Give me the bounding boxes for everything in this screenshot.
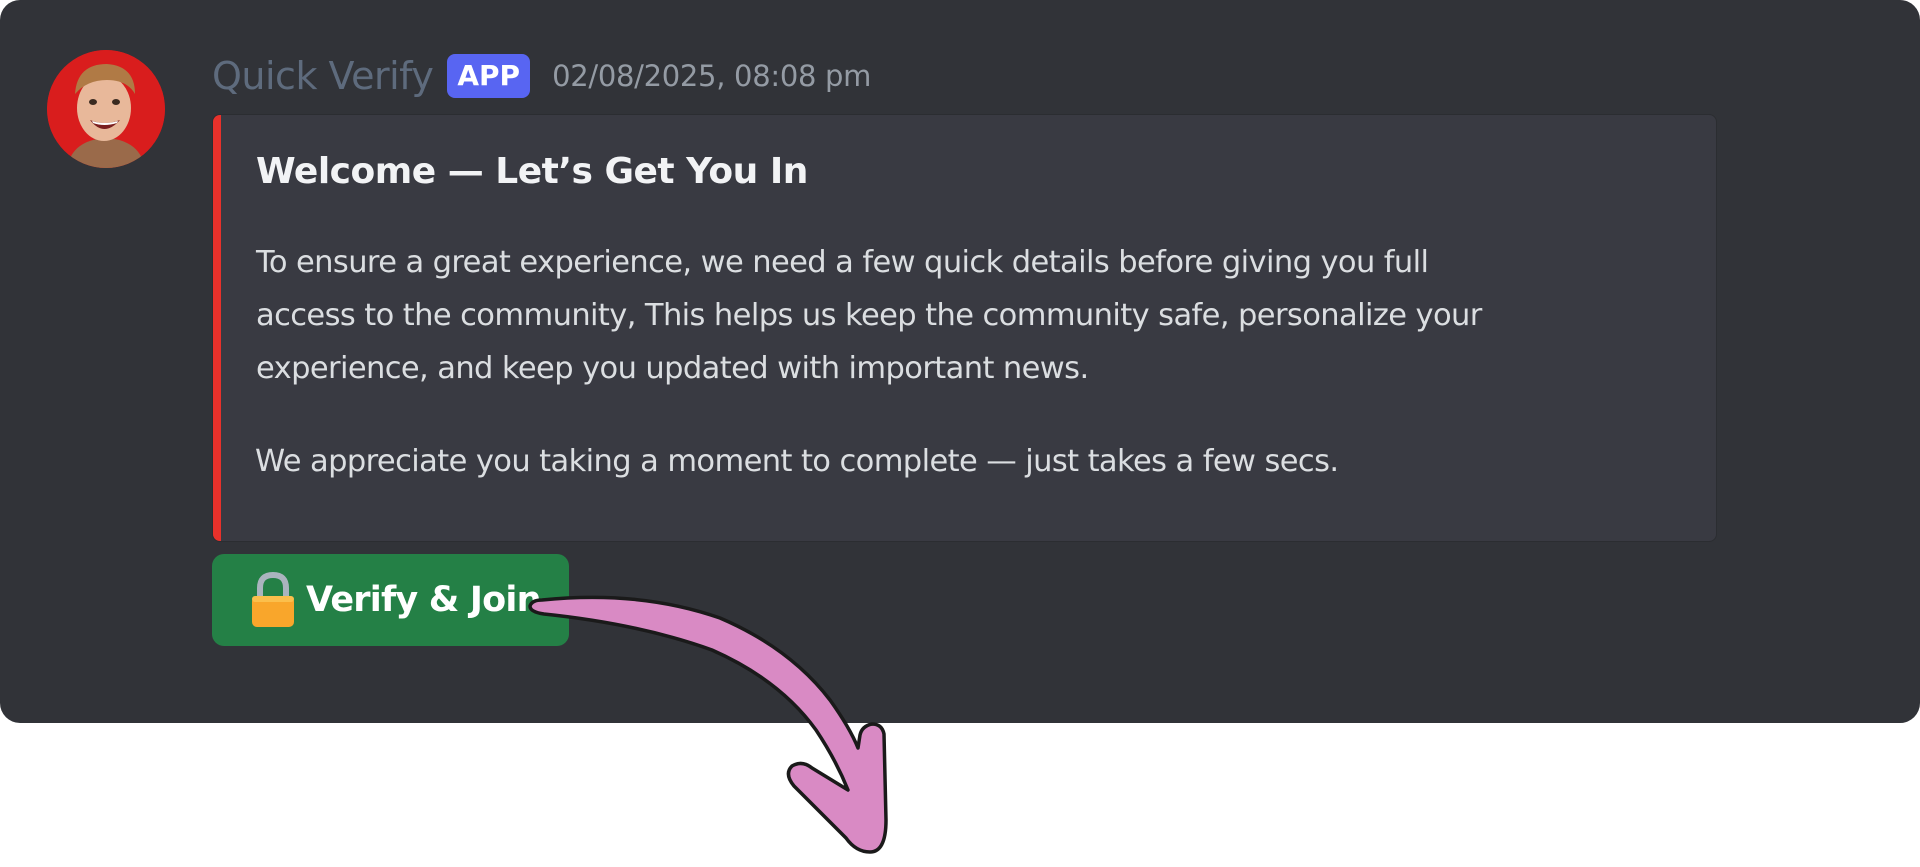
- verify-join-button[interactable]: Verify & Join: [212, 554, 569, 646]
- embed-description-line: To ensure a great experience, we need a …: [256, 245, 1429, 280]
- author-name[interactable]: Quick Verify: [212, 54, 434, 98]
- message-panel: Quick Verify APP 02/08/2025, 08:08 pm We…: [0, 0, 1920, 723]
- message-header: Quick Verify APP 02/08/2025, 08:08 pm: [212, 50, 871, 102]
- lock-icon: [250, 571, 296, 629]
- timestamp: 02/08/2025, 08:08 pm: [552, 59, 872, 93]
- embed-title: Welcome — Let’s Get You In: [256, 151, 808, 192]
- embed-accent-bar: [213, 115, 221, 541]
- embed-description-line: experience, and keep you updated with im…: [256, 351, 1089, 386]
- embed-description: To ensure a great experience, we need a …: [256, 236, 1696, 395]
- embed-note: We appreciate you taking a moment to com…: [255, 444, 1339, 479]
- app-badge: APP: [447, 54, 531, 98]
- verify-join-label: Verify & Join: [306, 580, 541, 620]
- user-avatar-icon: [47, 50, 165, 168]
- avatar[interactable]: [47, 50, 165, 168]
- embed-description-line: access to the community, This helps us k…: [256, 298, 1482, 333]
